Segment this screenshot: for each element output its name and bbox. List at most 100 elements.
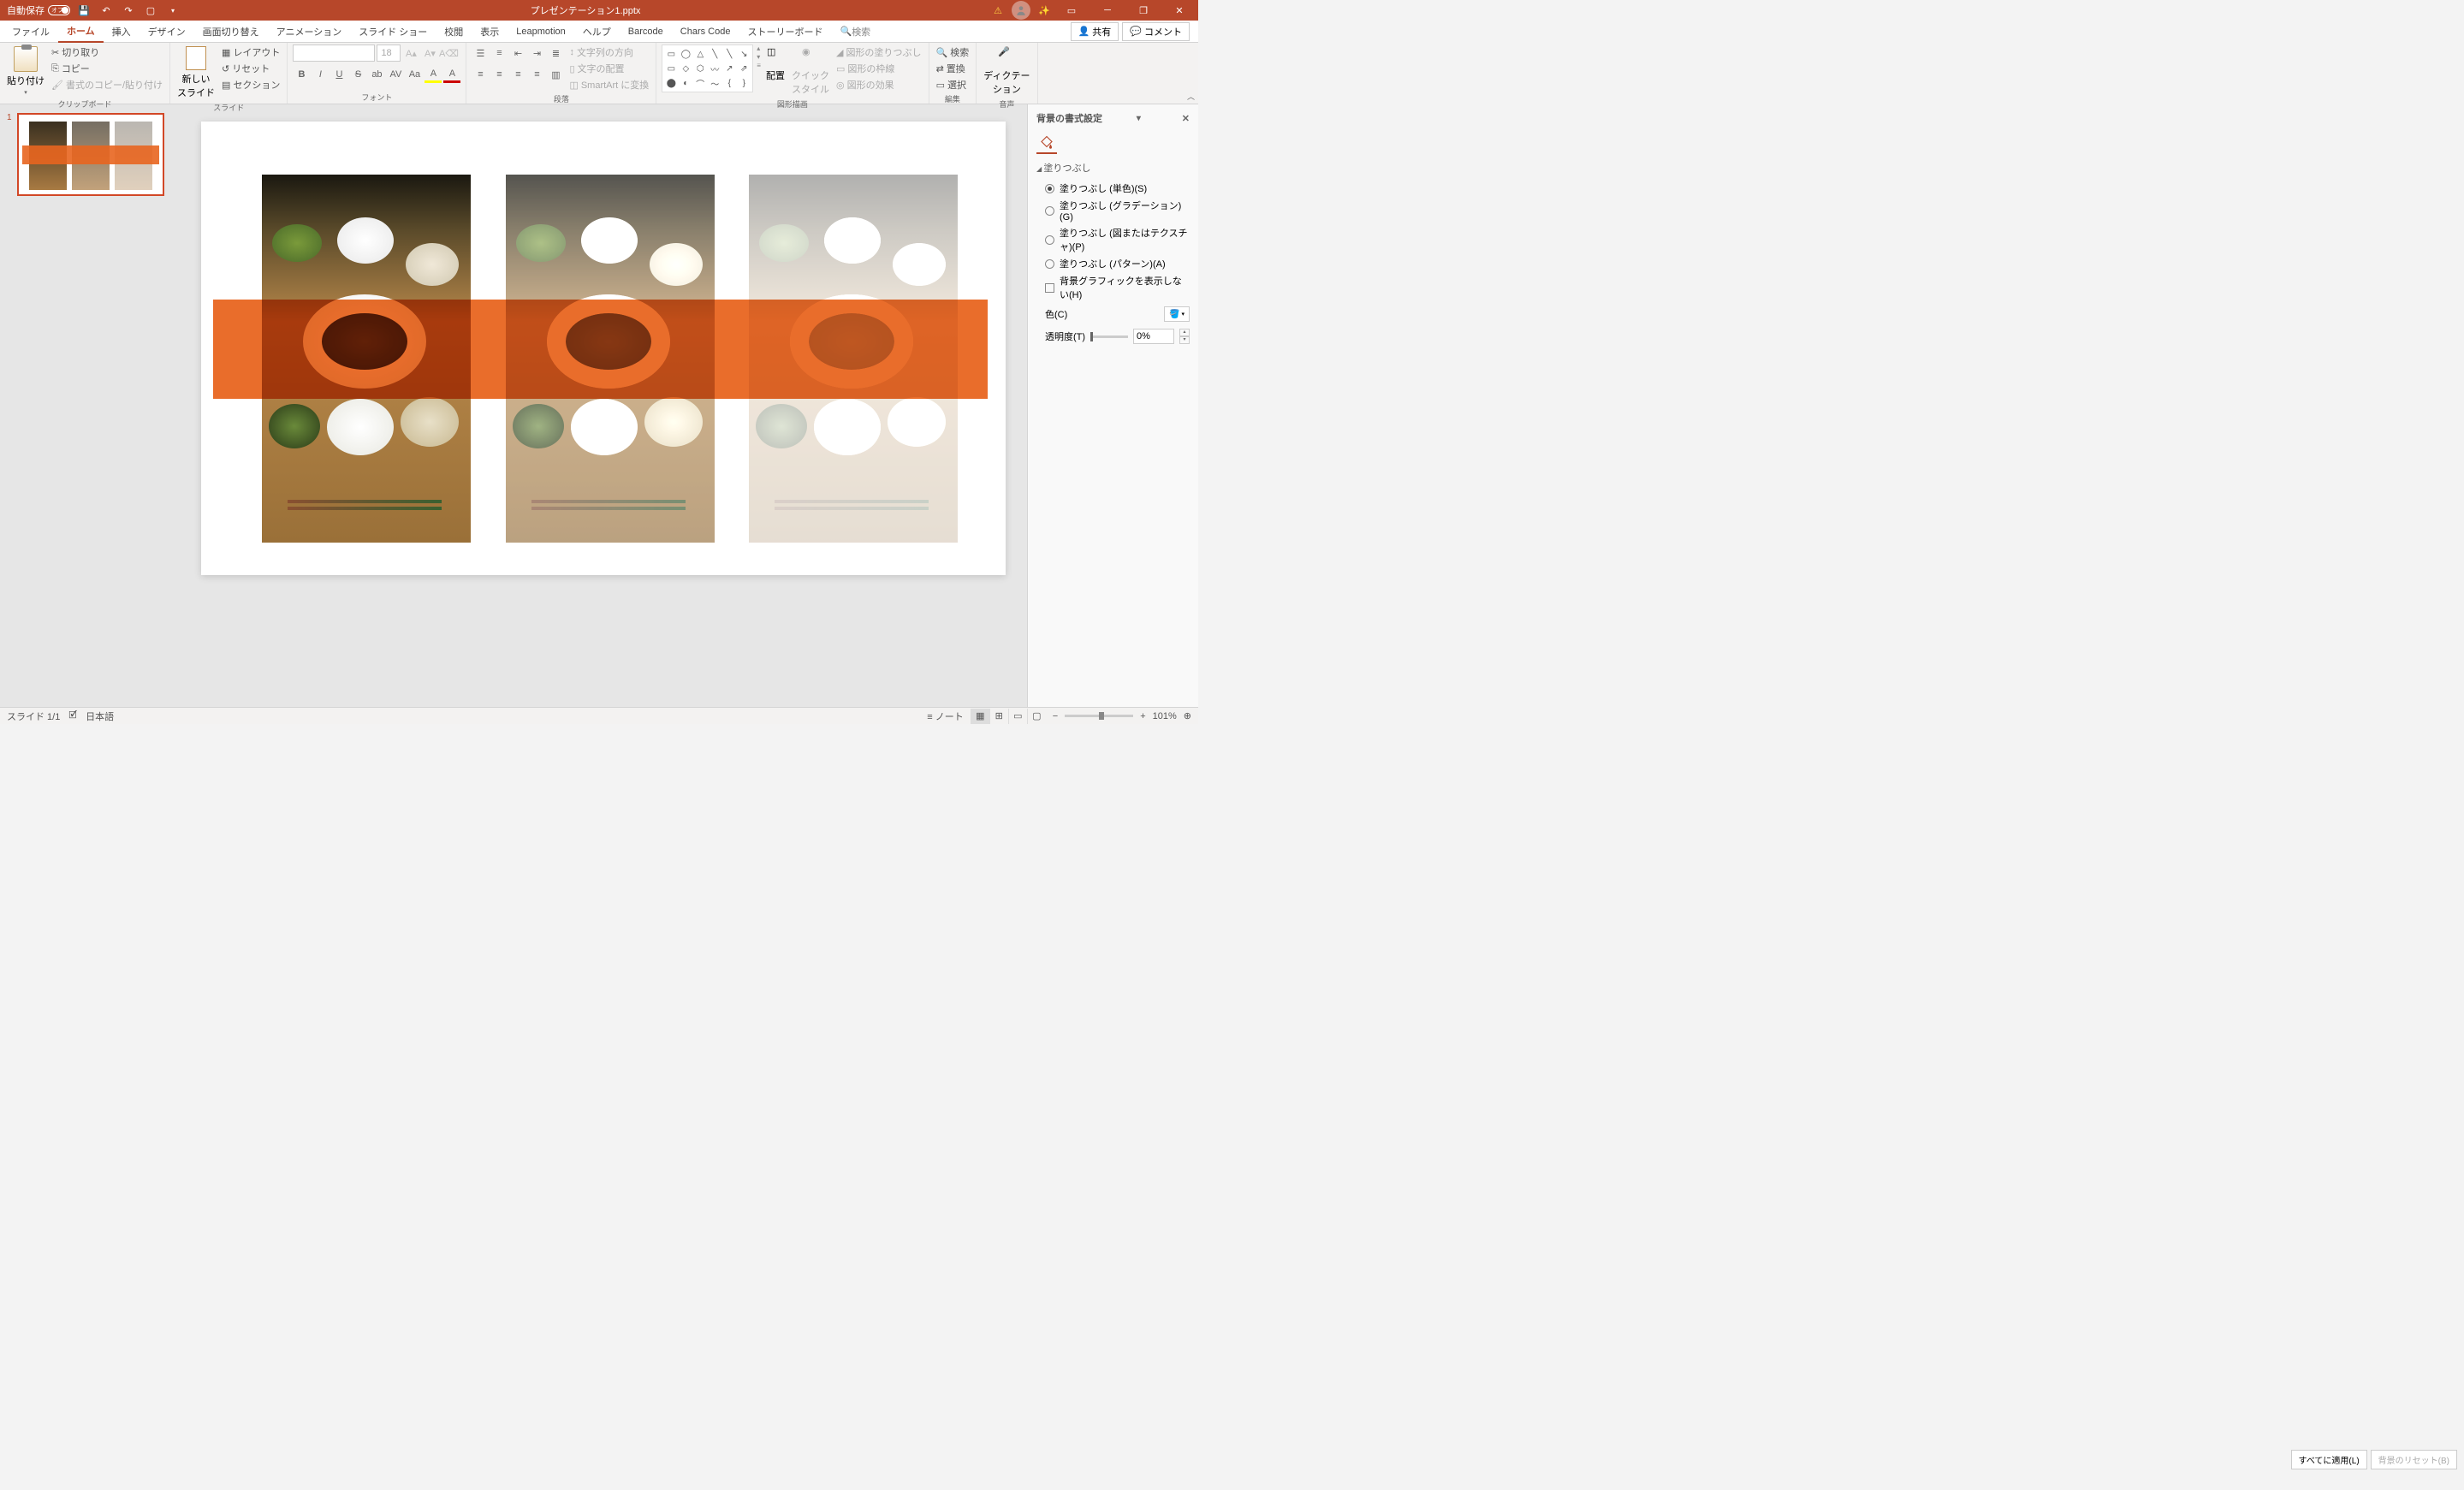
autosave-toggle[interactable]: 自動保存 オフ — [7, 3, 70, 17]
hide-bg-checkbox[interactable]: 背景グラフィックを表示しない(H) — [1036, 272, 1190, 303]
fill-tab-icon[interactable] — [1036, 134, 1057, 154]
notes-button[interactable]: ≡ ノート — [927, 709, 963, 723]
share-button[interactable]: 👤共有 — [1071, 22, 1119, 41]
copy-button[interactable]: ⎘コピー — [50, 61, 164, 76]
zoom-slider[interactable] — [1065, 715, 1133, 717]
close-pane-icon[interactable]: ✕ — [1182, 113, 1190, 124]
layout-button[interactable]: ▦レイアウト — [220, 45, 282, 60]
arrange-button[interactable]: ◫ 配置 — [764, 45, 787, 84]
slide-editor[interactable] — [180, 104, 1027, 707]
clear-format-icon[interactable]: A⌫ — [440, 45, 457, 62]
close-button[interactable]: ✕ — [1162, 0, 1196, 21]
user-avatar[interactable] — [1012, 1, 1030, 20]
fit-window-icon[interactable]: ⊕ — [1184, 710, 1191, 721]
reset-button[interactable]: ↺リセット — [220, 61, 282, 76]
strike-button[interactable]: S — [349, 66, 366, 83]
fill-section-header[interactable]: 塗りつぶし — [1036, 161, 1190, 175]
minimize-button[interactable]: ─ — [1090, 0, 1125, 21]
fill-gradient-radio[interactable]: 塗りつぶし (グラデーション)(G) — [1036, 197, 1190, 224]
paste-button[interactable]: 貼り付け ▾ — [5, 45, 46, 98]
thumbnail-slide-1[interactable]: 1 — [7, 113, 173, 196]
select-button[interactable]: ▭選択 — [935, 77, 971, 92]
slideshow-view-icon[interactable]: ▢ — [1027, 709, 1046, 724]
cut-button[interactable]: ✂切り取り — [50, 45, 164, 60]
align-text-button[interactable]: ▯文字の配置 — [567, 61, 650, 76]
case-button[interactable]: Aa — [406, 66, 423, 83]
quick-styles-button[interactable]: ◉ クイック スタイル — [790, 45, 831, 98]
collapse-ribbon-icon[interactable]: ︿ — [1187, 91, 1195, 102]
section-button[interactable]: ▤セクション — [220, 77, 282, 92]
zoom-level[interactable]: 101% — [1153, 711, 1177, 721]
redo-icon[interactable]: ↷ — [120, 2, 137, 19]
spacing-button[interactable]: AV — [387, 66, 404, 83]
present-icon[interactable]: ▢ — [142, 2, 159, 19]
transparency-slider[interactable] — [1090, 335, 1128, 338]
shapes-gallery[interactable]: ▭◯△╲╲↘ ▭◇⬡〰↗⇗ ⬤◐⌒〜{} — [662, 45, 753, 92]
decrease-font-icon[interactable]: A▾ — [421, 45, 438, 62]
slide-shape-rectangle[interactable] — [213, 300, 988, 399]
indent-inc-button[interactable]: ⇥ — [528, 45, 545, 62]
search-box[interactable]: 🔍 検索 — [831, 21, 879, 43]
align-right-button[interactable]: ≡ — [509, 66, 526, 83]
sorter-view-icon[interactable]: ⊞ — [989, 709, 1008, 724]
save-icon[interactable]: 💾 — [75, 2, 92, 19]
tab-home[interactable]: ホーム — [58, 21, 104, 43]
format-painter-button[interactable]: 🖌書式のコピー/貼り付け — [50, 77, 164, 92]
undo-icon[interactable]: ↶ — [98, 2, 115, 19]
color-picker-button[interactable]: 🪣▾ — [1164, 306, 1190, 322]
pane-options-icon[interactable]: ▾ — [1137, 114, 1141, 123]
fill-solid-radio[interactable]: 塗りつぶし (単色)(S) — [1036, 180, 1190, 197]
increase-font-icon[interactable]: A▴ — [402, 45, 419, 62]
zoom-out-icon[interactable]: − — [1053, 711, 1058, 721]
underline-button[interactable]: U — [330, 66, 347, 83]
transparency-spinner[interactable]: ▴▾ — [1179, 329, 1190, 344]
tab-animations[interactable]: アニメーション — [268, 21, 351, 43]
transparency-input[interactable]: 0% — [1133, 329, 1174, 344]
apply-all-button[interactable]: すべてに適用(L) — [2291, 1450, 2367, 1469]
tab-slideshow[interactable]: スライド ショー — [350, 21, 436, 43]
normal-view-icon[interactable]: ▦ — [971, 709, 989, 724]
fill-pattern-radio[interactable]: 塗りつぶし (パターン)(A) — [1036, 255, 1190, 272]
tab-help[interactable]: ヘルプ — [574, 21, 620, 43]
shape-outline-button[interactable]: ▭図形の枠線 — [834, 61, 923, 76]
tab-transitions[interactable]: 画面切り替え — [194, 21, 268, 43]
dictate-button[interactable]: 🎤 ディクテー ション — [982, 45, 1031, 98]
fill-picture-radio[interactable]: 塗りつぶし (図またはテクスチャ)(P) — [1036, 224, 1190, 255]
reading-view-icon[interactable]: ▭ — [1008, 709, 1027, 724]
italic-button[interactable]: I — [312, 66, 329, 83]
numbering-button[interactable]: ≡ — [490, 45, 508, 62]
zoom-in-icon[interactable]: + — [1140, 711, 1145, 721]
tab-leapmotion[interactable]: Leapmotion — [508, 21, 574, 43]
bold-button[interactable]: B — [293, 66, 310, 83]
font-size-combo[interactable]: 18 — [377, 45, 401, 62]
slide-canvas[interactable] — [201, 122, 1006, 575]
bullets-button[interactable]: ☰ — [472, 45, 489, 62]
align-left-button[interactable]: ≡ — [472, 66, 489, 83]
tab-design[interactable]: デザイン — [140, 21, 194, 43]
language-indicator[interactable]: 日本語 — [86, 709, 114, 723]
comment-button[interactable]: 💬コメント — [1122, 22, 1190, 41]
text-direction-button[interactable]: ↕文字列の方向 — [567, 45, 650, 60]
tab-file[interactable]: ファイル — [3, 21, 58, 43]
shape-fill-button[interactable]: ◢図形の塗りつぶし — [834, 45, 923, 60]
shape-effects-button[interactable]: ◎図形の効果 — [834, 77, 923, 92]
tab-insert[interactable]: 挿入 — [104, 21, 140, 43]
tab-review[interactable]: 校閲 — [436, 21, 472, 43]
font-color-button[interactable]: A — [443, 66, 460, 83]
align-center-button[interactable]: ≡ — [490, 66, 508, 83]
ribbon-display-icon[interactable]: ▭ — [1054, 0, 1089, 21]
coming-soon-icon[interactable]: ✨ — [1036, 2, 1053, 19]
qat-more-icon[interactable]: ▾ — [164, 2, 181, 19]
indent-dec-button[interactable]: ⇤ — [509, 45, 526, 62]
highlight-button[interactable]: A — [425, 66, 442, 83]
find-button[interactable]: 🔍検索 — [935, 45, 971, 60]
tab-view[interactable]: 表示 — [472, 21, 508, 43]
smartart-button[interactable]: ◫SmartArt に変換 — [567, 77, 650, 92]
replace-button[interactable]: ⇄置換 — [935, 61, 971, 76]
line-spacing-button[interactable]: ≣ — [547, 45, 564, 62]
maximize-button[interactable]: ❐ — [1126, 0, 1161, 21]
tab-storyboard[interactable]: ストーリーボード — [739, 21, 831, 43]
new-slide-button[interactable]: 新しい スライド — [175, 45, 217, 101]
warning-icon[interactable]: ⚠ — [989, 2, 1006, 19]
tab-charscode[interactable]: Chars Code — [672, 21, 739, 43]
